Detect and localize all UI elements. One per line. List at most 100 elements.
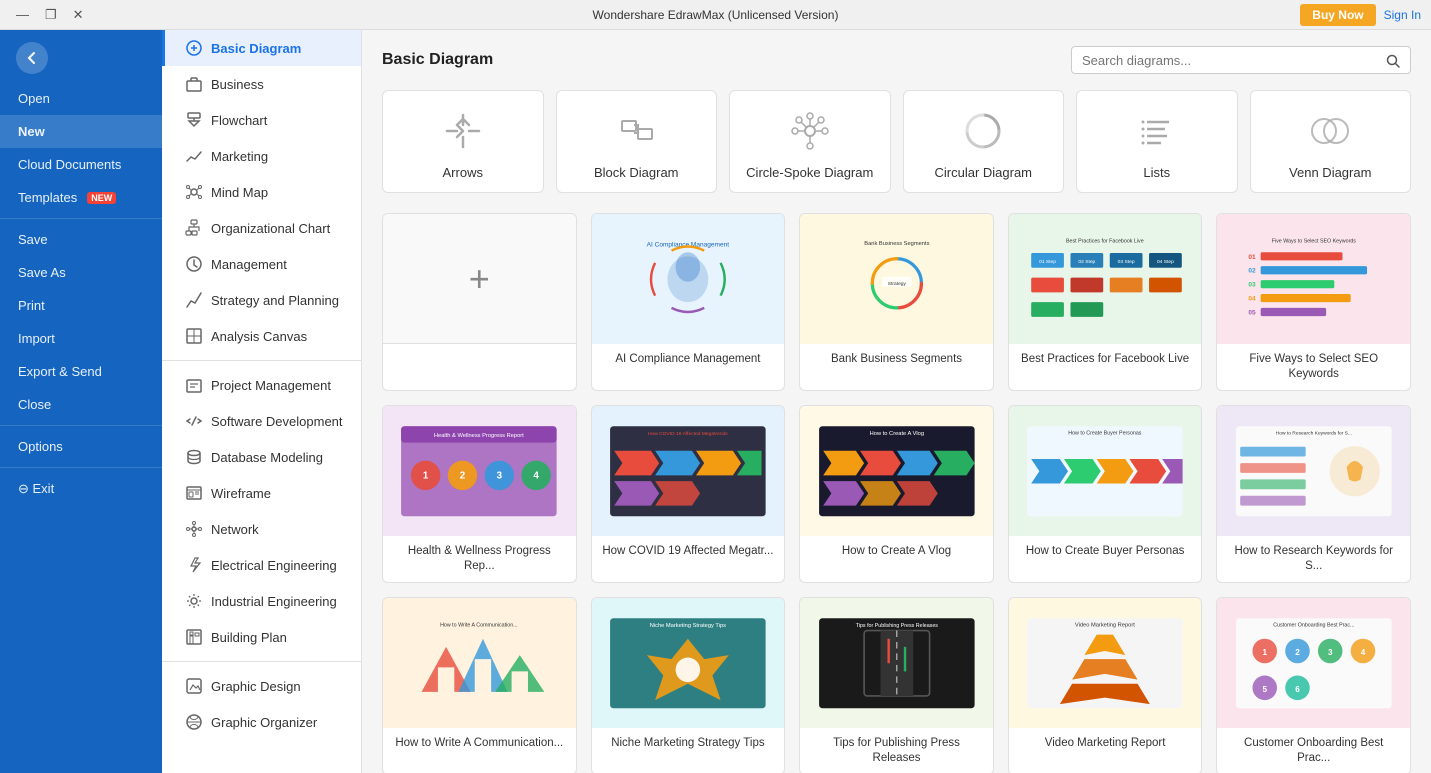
minimize-button[interactable]: — bbox=[10, 5, 35, 25]
templates-badge: NEW bbox=[87, 192, 116, 204]
template-card-ai-compliance[interactable]: AI Compliance Management AI Compliance M… bbox=[591, 213, 786, 391]
svg-text:02: 02 bbox=[1248, 268, 1256, 275]
template-card-new[interactable]: + bbox=[382, 213, 577, 391]
sidebar-item-print[interactable]: Print bbox=[0, 289, 162, 322]
svg-text:6: 6 bbox=[1295, 685, 1300, 694]
secondary-nav-marketing[interactable]: Marketing bbox=[162, 138, 361, 174]
secondary-nav-divider-2 bbox=[162, 661, 361, 662]
sidebar-item-templates[interactable]: Templates NEW bbox=[0, 181, 162, 214]
template-card-facebook[interactable]: Best Practices for Facebook Live 01 Step… bbox=[1008, 213, 1203, 391]
secondary-nav-graphic[interactable]: Graphic Design bbox=[162, 668, 361, 704]
sidebar-item-new[interactable]: New bbox=[0, 115, 162, 148]
template-card-bank-business[interactable]: Bank Business Segments Strategy Bank Bus… bbox=[799, 213, 994, 391]
sidebar-item-close[interactable]: Close bbox=[0, 388, 162, 421]
svg-text:How to Create Buyer Personas: How to Create Buyer Personas bbox=[1068, 430, 1142, 436]
secondary-nav-basic-diagram[interactable]: Basic Diagram bbox=[162, 30, 361, 66]
close-button[interactable]: ✕ bbox=[67, 5, 90, 25]
back-button[interactable] bbox=[16, 42, 48, 74]
secondary-nav-wireframe[interactable]: Wireframe bbox=[162, 475, 361, 511]
buyer-thumb: How to Create Buyer Personas bbox=[1009, 406, 1202, 536]
secondary-nav-analysis[interactable]: Analysis Canvas bbox=[162, 318, 361, 354]
svg-text:2: 2 bbox=[1295, 648, 1300, 657]
template-grid: + AI Compliance Management bbox=[382, 213, 1411, 773]
sidebar-item-cloud[interactable]: Cloud Documents bbox=[0, 148, 162, 181]
communications-label: How to Write A Communication... bbox=[383, 728, 576, 759]
category-card-circular[interactable]: Circular Diagram bbox=[903, 90, 1065, 193]
category-card-arrows[interactable]: Arrows bbox=[382, 90, 544, 193]
sidebar-item-open[interactable]: Open bbox=[0, 82, 162, 115]
svg-text:Bank Business Segments: Bank Business Segments bbox=[864, 241, 929, 247]
svg-text:Niche Marketing Strategy Tips: Niche Marketing Strategy Tips bbox=[650, 623, 726, 629]
facebook-thumb: Best Practices for Facebook Live 01 Step… bbox=[1009, 214, 1202, 344]
secondary-nav: Basic Diagram Business Flowchart Marketi… bbox=[162, 30, 362, 773]
search-input[interactable] bbox=[1082, 53, 1386, 68]
template-card-press[interactable]: Tips for Publishing Press Releases Tips … bbox=[799, 597, 994, 773]
template-card-niche[interactable]: Niche Marketing Strategy Tips Niche Mark… bbox=[591, 597, 786, 773]
template-card-keywords[interactable]: How to Research Keywords for S... How to… bbox=[1216, 405, 1411, 583]
arrows-icon bbox=[439, 107, 487, 155]
circular-icon bbox=[959, 107, 1007, 155]
secondary-nav-management[interactable]: Management bbox=[162, 246, 361, 282]
svg-text:Five Ways to Select SEO Keywor: Five Ways to Select SEO Keywords bbox=[1272, 238, 1357, 244]
svg-text:3: 3 bbox=[1328, 648, 1333, 657]
maximize-button[interactable]: ❐ bbox=[39, 5, 63, 25]
category-card-lists[interactable]: Lists bbox=[1076, 90, 1238, 193]
template-card-seo[interactable]: Five Ways to Select SEO Keywords 01 02 0… bbox=[1216, 213, 1411, 391]
template-card-onboarding[interactable]: Customer Onboarding Best Prac... 1 2 3 4… bbox=[1216, 597, 1411, 773]
secondary-nav-orgchart[interactable]: Organizational Chart bbox=[162, 210, 361, 246]
svg-text:How to Write A Communication..: How to Write A Communication... bbox=[441, 622, 519, 628]
venn-label: Venn Diagram bbox=[1289, 165, 1371, 180]
svg-text:1: 1 bbox=[1262, 648, 1267, 657]
sidebar-item-options[interactable]: Options bbox=[0, 430, 162, 463]
secondary-nav-organizer[interactable]: Graphic Organizer bbox=[162, 704, 361, 740]
search-button[interactable] bbox=[1386, 52, 1400, 68]
new-template-thumb: + bbox=[383, 214, 576, 344]
category-card-circle-spoke[interactable]: Circle-Spoke Diagram bbox=[729, 90, 891, 193]
svg-text:Customer Onboarding Best Prac.: Customer Onboarding Best Prac... bbox=[1273, 622, 1354, 628]
svg-text:04: 04 bbox=[1248, 296, 1256, 303]
secondary-nav-building[interactable]: Building Plan bbox=[162, 619, 361, 655]
seo-thumb: Five Ways to Select SEO Keywords 01 02 0… bbox=[1217, 214, 1410, 344]
secondary-nav-project[interactable]: Project Management bbox=[162, 367, 361, 403]
template-card-communications[interactable]: How to Write A Communication... How to W… bbox=[382, 597, 577, 773]
template-card-health[interactable]: Health & Wellness Progress Report 1 2 3 … bbox=[382, 405, 577, 583]
sidebar-divider-1 bbox=[0, 218, 162, 219]
sidebar-divider-3 bbox=[0, 467, 162, 468]
titlebar: — ❐ ✕ Wondershare EdrawMax (Unlicensed V… bbox=[0, 0, 1431, 30]
secondary-nav-strategy[interactable]: Strategy and Planning bbox=[162, 282, 361, 318]
secondary-nav-database[interactable]: Database Modeling bbox=[162, 439, 361, 475]
sidebar-item-export[interactable]: Export & Send bbox=[0, 355, 162, 388]
svg-text:2: 2 bbox=[460, 471, 466, 482]
template-card-buyer[interactable]: How to Create Buyer Personas How to Crea… bbox=[1008, 405, 1203, 583]
sidebar: Open New Cloud Documents Templates NEW S… bbox=[0, 30, 162, 773]
buy-now-button[interactable]: Buy Now bbox=[1300, 4, 1375, 26]
secondary-nav-mindmap[interactable]: Mind Map bbox=[162, 174, 361, 210]
secondary-nav-business[interactable]: Business bbox=[162, 66, 361, 102]
sidebar-item-import[interactable]: Import bbox=[0, 322, 162, 355]
category-card-block[interactable]: Block Diagram bbox=[556, 90, 718, 193]
health-label: Health & Wellness Progress Rep... bbox=[383, 536, 576, 582]
sidebar-item-exit[interactable]: ⊖ Exit bbox=[0, 472, 162, 506]
svg-text:05: 05 bbox=[1248, 309, 1256, 316]
sidebar-item-saveas[interactable]: Save As bbox=[0, 256, 162, 289]
keywords-label: How to Research Keywords for S... bbox=[1217, 536, 1410, 582]
secondary-nav-network[interactable]: Network bbox=[162, 511, 361, 547]
svg-text:4: 4 bbox=[1361, 648, 1366, 657]
sidebar-item-save[interactable]: Save bbox=[0, 223, 162, 256]
secondary-nav-flowchart[interactable]: Flowchart bbox=[162, 102, 361, 138]
block-label: Block Diagram bbox=[594, 165, 679, 180]
secondary-nav-industrial[interactable]: Industrial Engineering bbox=[162, 583, 361, 619]
svg-text:03 Step: 03 Step bbox=[1118, 259, 1135, 265]
facebook-label: Best Practices for Facebook Live bbox=[1009, 344, 1202, 375]
health-thumb: Health & Wellness Progress Report 1 2 3 … bbox=[383, 406, 576, 536]
niche-label: Niche Marketing Strategy Tips bbox=[592, 728, 785, 759]
category-card-venn[interactable]: Venn Diagram bbox=[1250, 90, 1412, 193]
secondary-nav-electrical[interactable]: Electrical Engineering bbox=[162, 547, 361, 583]
template-card-video[interactable]: Video Marketing Report Video Marketing R… bbox=[1008, 597, 1203, 773]
svg-text:Best Practices for Facebook Li: Best Practices for Facebook Live bbox=[1066, 238, 1144, 244]
svg-text:02 Step: 02 Step bbox=[1079, 259, 1096, 265]
secondary-nav-software[interactable]: Software Development bbox=[162, 403, 361, 439]
template-card-covid[interactable]: How COVID 19 Affected Megatrends How COV… bbox=[591, 405, 786, 583]
template-card-vlog[interactable]: How to Create A Vlog How to Create A Vlo… bbox=[799, 405, 994, 583]
sign-in-link[interactable]: Sign In bbox=[1384, 8, 1421, 22]
